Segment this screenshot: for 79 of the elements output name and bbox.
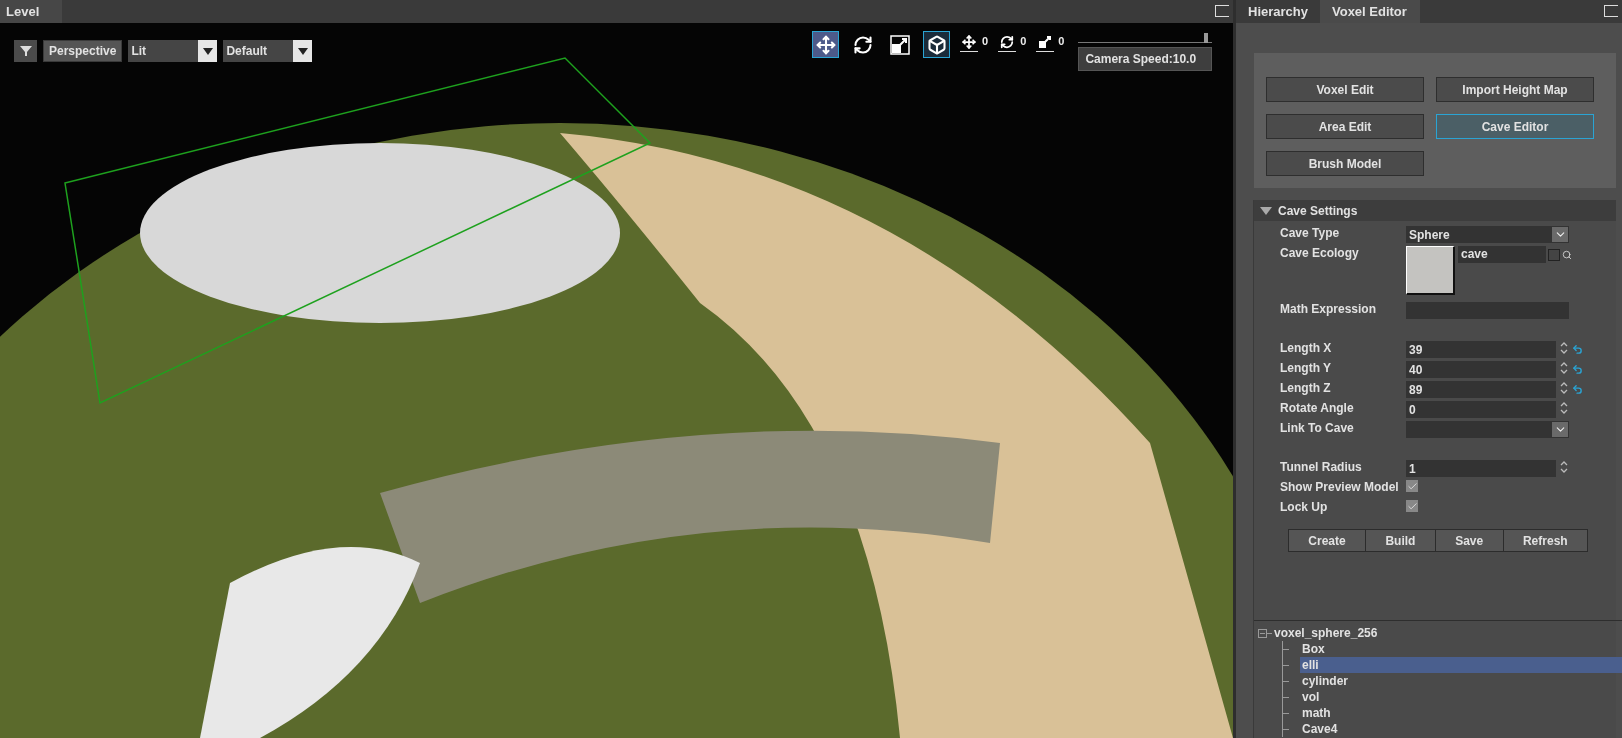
- tree-item[interactable]: Box: [1300, 641, 1622, 657]
- section-title: Cave Settings: [1278, 203, 1358, 218]
- move-tool-button[interactable]: [812, 31, 839, 58]
- view-dropdown[interactable]: Default: [223, 40, 294, 62]
- property-label: Show Preview Model: [1280, 480, 1400, 494]
- scale-snap-icon: [1038, 35, 1053, 49]
- projection-button[interactable]: Perspective: [43, 40, 123, 62]
- tree-item[interactable]: voxel_sphere_256: [1272, 625, 1622, 641]
- collapse-icon[interactable]: [1258, 627, 1272, 639]
- mode-button[interactable]: Brush Model: [1266, 151, 1424, 176]
- section-header[interactable]: Cave Settings: [1254, 200, 1616, 221]
- number-field[interactable]: 39: [1406, 341, 1556, 358]
- dropdown-field[interactable]: [1406, 421, 1569, 438]
- pin-icon[interactable]: [1215, 5, 1229, 17]
- dropdown-arrow-button[interactable]: [293, 40, 313, 62]
- number-field[interactable]: 1: [1406, 460, 1556, 477]
- property-label: Lock Up: [1280, 500, 1329, 514]
- pin-icon[interactable]: [1604, 5, 1618, 17]
- snap-value: 0: [1020, 35, 1027, 47]
- panel-tab[interactable]: Hierarchy: [1236, 0, 1320, 23]
- spinner-icon[interactable]: [1560, 401, 1568, 415]
- property-label: Rotate Angle: [1280, 401, 1355, 415]
- scale-icon: [889, 34, 910, 55]
- dropdown-arrow-button[interactable]: [198, 40, 218, 62]
- color-swatch[interactable]: [1406, 246, 1455, 295]
- tree-item[interactable]: math: [1300, 705, 1622, 721]
- tree-item[interactable]: vol: [1300, 689, 1622, 705]
- tree-item[interactable]: cylinder: [1300, 673, 1622, 689]
- spinner-icon[interactable]: [1560, 381, 1568, 395]
- filter-button[interactable]: [14, 40, 37, 62]
- local-tool-button[interactable]: [923, 31, 950, 58]
- property-label: Length Y: [1280, 361, 1333, 375]
- camera-speed-tooltip: Camera Speed:10.0: [1078, 47, 1213, 71]
- property-label: Cave Ecology: [1280, 246, 1360, 260]
- tree-item[interactable]: Cave4: [1300, 721, 1622, 737]
- asset-field[interactable]: cave: [1458, 246, 1546, 263]
- reset-icon[interactable]: [1572, 344, 1583, 355]
- reset-icon[interactable]: [1572, 364, 1583, 375]
- view-dropdown[interactable]: Lit: [128, 40, 199, 62]
- level-tab[interactable]: Level: [0, 0, 62, 23]
- panel-tab[interactable]: Voxel Editor: [1320, 0, 1420, 23]
- action-button[interactable]: Build: [1366, 530, 1436, 551]
- mode-button[interactable]: Area Edit: [1266, 114, 1424, 139]
- triangle-down-icon: [202, 47, 213, 55]
- search-icon[interactable]: [1562, 250, 1572, 260]
- funnel-icon: [19, 46, 32, 56]
- mode-button[interactable]: Cave Editor: [1436, 114, 1594, 139]
- reset-icon[interactable]: [1572, 384, 1583, 395]
- triangle-down-icon: [297, 47, 308, 55]
- property-label: Length Z: [1280, 381, 1332, 395]
- property-label: Math Expression: [1280, 302, 1378, 316]
- property-label: Length X: [1280, 341, 1333, 355]
- dropdown-field[interactable]: Sphere: [1406, 226, 1569, 243]
- property-label: Cave Type: [1280, 226, 1341, 240]
- mode-button[interactable]: Voxel Edit: [1266, 77, 1424, 102]
- spinner-icon[interactable]: [1560, 341, 1568, 355]
- slider-thumb[interactable]: [1204, 33, 1209, 43]
- spinner-icon[interactable]: [1560, 361, 1568, 375]
- number-field[interactable]: 89: [1406, 381, 1556, 398]
- action-button[interactable]: Create: [1289, 530, 1367, 551]
- mode-button[interactable]: Import Height Map: [1436, 77, 1594, 102]
- snap-value: 0: [982, 35, 989, 47]
- property-label: Link To Cave: [1280, 421, 1355, 435]
- move-icon: [815, 34, 836, 55]
- checkbox[interactable]: [1406, 480, 1418, 492]
- snap-value: 0: [1058, 35, 1065, 47]
- action-button[interactable]: Save: [1435, 530, 1504, 551]
- rotate-snap-icon: [1000, 35, 1015, 49]
- camera-speed-slider[interactable]: [1078, 33, 1213, 43]
- number-field[interactable]: 40: [1406, 361, 1556, 378]
- spinner-icon[interactable]: [1560, 460, 1568, 474]
- move-snap-icon: [962, 35, 976, 49]
- cube-icon: [926, 34, 947, 55]
- property-label: Tunnel Radius: [1280, 460, 1363, 474]
- number-field[interactable]: 0: [1406, 401, 1556, 418]
- tree-item[interactable]: elli: [1300, 657, 1622, 673]
- rotate-icon: [852, 34, 873, 55]
- action-button[interactable]: Refresh: [1503, 530, 1587, 551]
- checkbox[interactable]: [1406, 500, 1418, 512]
